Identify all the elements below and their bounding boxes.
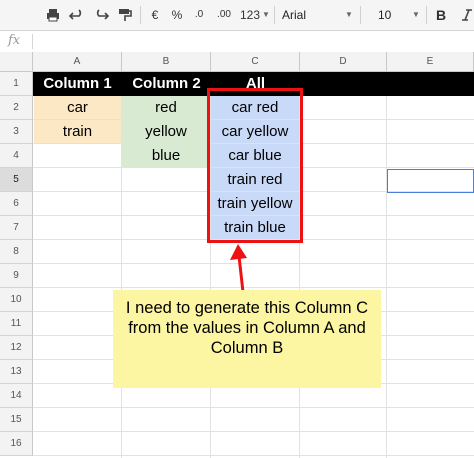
cell-a2[interactable]: car — [34, 96, 121, 119]
row-header[interactable]: 3 — [0, 120, 33, 144]
grid-line — [386, 72, 387, 458]
row-header[interactable]: 14 — [0, 384, 33, 408]
arrow-up-icon — [230, 244, 247, 293]
row-header[interactable]: 9 — [0, 264, 33, 288]
row-header[interactable]: 16 — [0, 432, 33, 456]
cell-b2[interactable]: red — [122, 96, 210, 119]
cell-b3[interactable]: yellow — [122, 120, 210, 143]
grid-line — [33, 455, 474, 456]
cell-a1[interactable]: Column 1 — [33, 72, 122, 96]
column-header-d[interactable]: D — [300, 52, 387, 72]
chevron-down-icon[interactable]: ▼ — [262, 5, 270, 25]
row-header[interactable]: 1 — [0, 72, 33, 96]
currency-button[interactable]: € — [146, 6, 164, 24]
toolbar-divider — [274, 6, 275, 24]
toolbar: € % .0 .00 123 ▼ Arial ▼ 10 ▼ B — [0, 0, 474, 31]
row-header[interactable]: 10 — [0, 288, 33, 312]
column-header-c[interactable]: C — [211, 52, 300, 72]
row-header[interactable]: 12 — [0, 336, 33, 360]
print-icon[interactable] — [44, 6, 62, 24]
percent-button[interactable]: % — [168, 6, 186, 24]
undo-icon[interactable] — [68, 6, 86, 24]
redo-icon[interactable] — [92, 6, 110, 24]
toolbar-divider — [140, 6, 141, 24]
increase-decimal-button[interactable]: .00 — [212, 6, 236, 24]
grid-line — [33, 407, 474, 408]
font-family-select[interactable]: Arial — [282, 5, 342, 25]
column-header-e[interactable]: E — [387, 52, 474, 72]
active-cell-e5[interactable] — [387, 169, 474, 193]
paint-format-icon[interactable] — [116, 6, 134, 24]
fx-icon: fx — [8, 33, 21, 48]
row-header[interactable]: 4 — [0, 144, 33, 168]
grid-line — [33, 431, 474, 432]
italic-icon[interactable] — [458, 6, 474, 24]
row-header-selected[interactable]: 5 — [0, 168, 33, 192]
column-c-highlight — [207, 88, 303, 243]
column-header-a[interactable]: A — [33, 52, 122, 72]
row-header[interactable]: 15 — [0, 408, 33, 432]
formula-bar[interactable]: fx — [0, 31, 474, 53]
cell-a3[interactable]: train — [34, 120, 121, 143]
bold-button[interactable]: B — [434, 6, 448, 24]
cell-b1[interactable]: Column 2 — [122, 72, 211, 96]
formula-divider — [32, 34, 33, 49]
select-all-corner[interactable] — [0, 52, 33, 72]
row-header[interactable]: 6 — [0, 192, 33, 216]
toolbar-divider — [426, 6, 427, 24]
chevron-down-icon[interactable]: ▼ — [412, 5, 420, 25]
font-size-select[interactable]: 10 — [378, 5, 402, 25]
row-header[interactable]: 11 — [0, 312, 33, 336]
column-header-b[interactable]: B — [122, 52, 211, 72]
toolbar-divider — [360, 6, 361, 24]
row-header[interactable]: 7 — [0, 216, 33, 240]
cell-b4[interactable]: blue — [122, 144, 210, 167]
annotation-note: I need to generate this Column C from th… — [113, 290, 381, 388]
number-format-button[interactable]: 123 — [238, 6, 262, 24]
row-header[interactable]: 2 — [0, 96, 33, 120]
decrease-decimal-button[interactable]: .0 — [188, 6, 210, 24]
chevron-down-icon[interactable]: ▼ — [345, 5, 353, 25]
row-header[interactable]: 8 — [0, 240, 33, 264]
row-header[interactable]: 13 — [0, 360, 33, 384]
